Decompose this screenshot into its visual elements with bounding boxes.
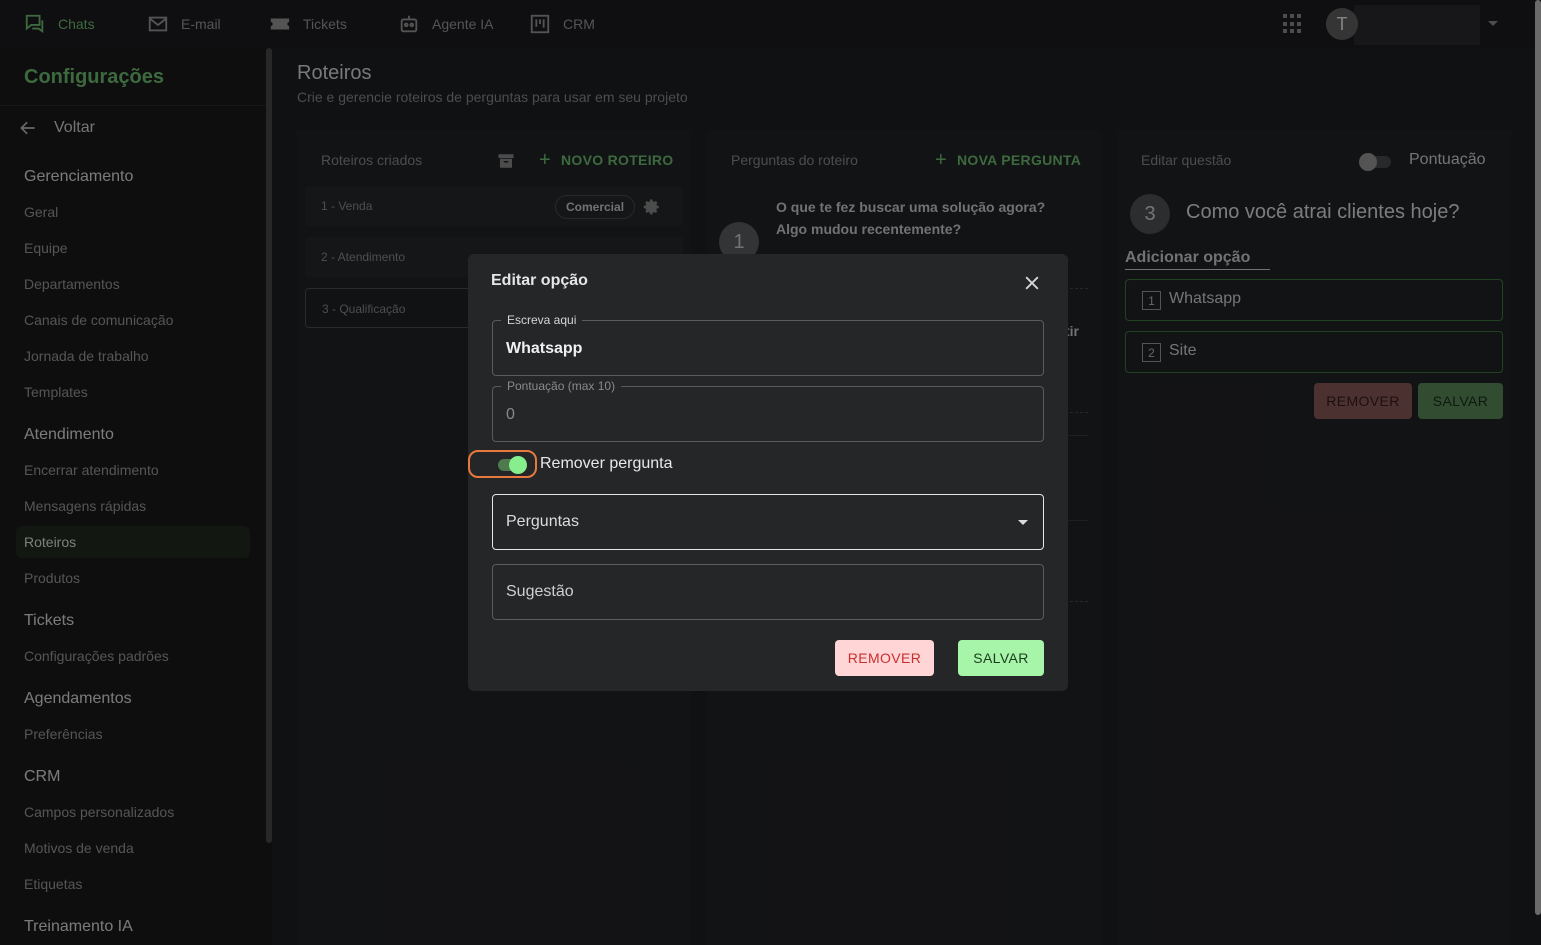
perguntas-select[interactable]: Perguntas — [492, 494, 1044, 550]
field-value: Whatsapp — [506, 340, 583, 357]
remover-pergunta-toggle[interactable] — [468, 450, 537, 478]
editar-opcao-dialog: Editar opção Escreva aqui Whatsapp Pontu… — [468, 254, 1068, 691]
remove-option-button[interactable]: REMOVER — [835, 640, 934, 676]
field-placeholder: Sugestão — [506, 583, 574, 600]
field-label: Pontuação (max 10) — [501, 379, 622, 393]
page-scrollbar[interactable] — [1535, 0, 1541, 915]
chevron-down-icon — [1018, 520, 1028, 525]
field-label: Escreva aqui — [501, 313, 583, 327]
save-option-button[interactable]: SALVAR — [958, 640, 1044, 676]
field-value: 0 — [506, 406, 515, 423]
option-text-field[interactable]: Escreva aqui Whatsapp — [492, 313, 1044, 376]
score-field[interactable]: Pontuação (max 10) 0 — [492, 379, 1044, 442]
select-value: Perguntas — [506, 513, 579, 530]
remover-pergunta-label: Remover pergunta — [540, 455, 673, 472]
close-icon[interactable] — [1022, 273, 1042, 293]
toggle-knob — [509, 456, 527, 474]
dialog-title: Editar opção — [491, 272, 588, 289]
sugestao-field[interactable]: Sugestão — [492, 564, 1044, 620]
